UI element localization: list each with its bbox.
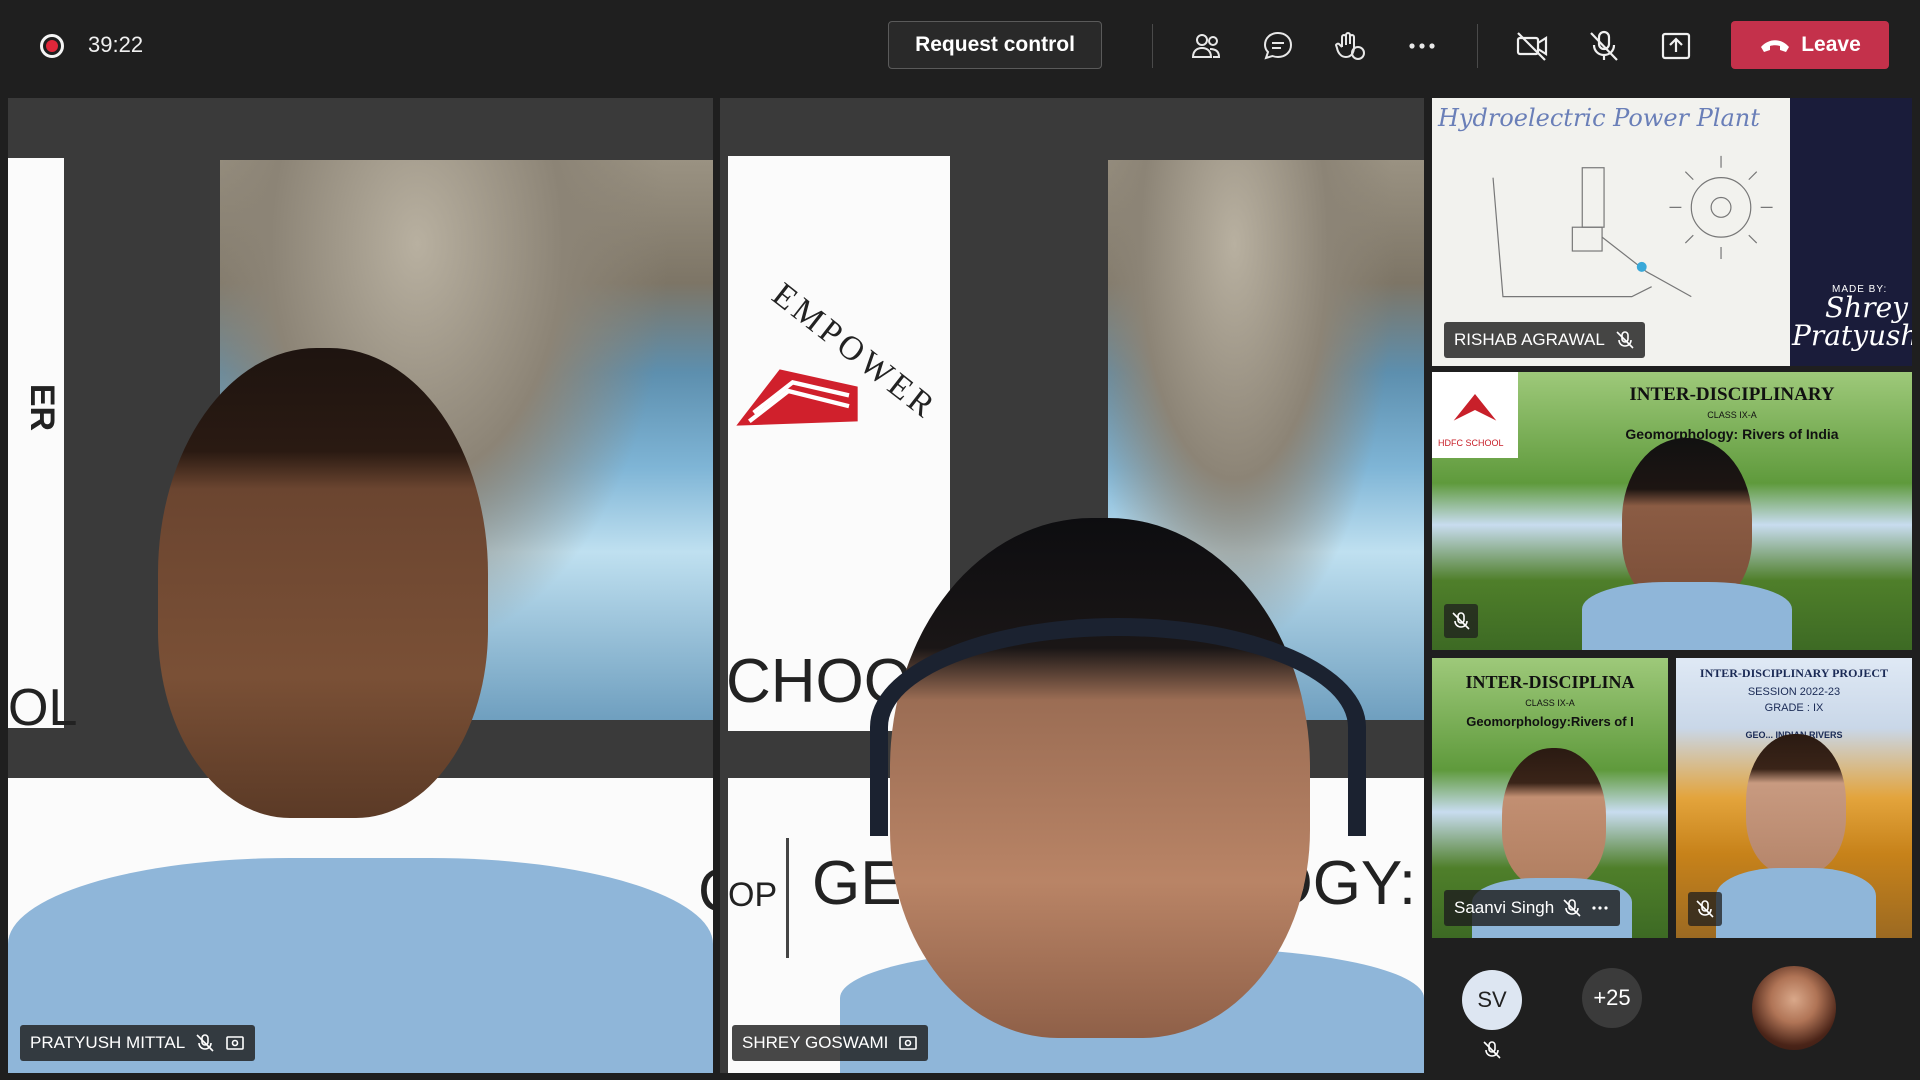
participant-video-pratyush [158,348,488,818]
meeting-toolbar: 39:22 Request control Leave [0,0,1920,92]
participant-name: SHREY GOSWAMI [742,1033,889,1052]
slide-fragment-text: OL [8,679,78,737]
mic-toggle-button[interactable] [1582,24,1626,68]
slide-fragment-text: ER [23,383,62,432]
more-options-button[interactable] [1400,24,1444,68]
video-tile-rishab[interactable]: Hydroelectric Power Plant MADE BY: Shrey… [1432,98,1912,366]
chat-button[interactable] [1256,24,1300,68]
participant-video [1746,734,1846,874]
participant-avatar-photo[interactable] [1752,966,1836,1050]
participant-video [1502,748,1606,888]
school-logo: HDFC SCHOOL [1432,372,1518,458]
nameplate: SHREY GOSWAMI [732,1025,929,1061]
headphones-icon [870,618,1366,836]
toolbar-divider [1152,24,1153,68]
participant-name: PRATYUSH MITTAL [30,1033,186,1052]
sharing-content-icon [899,1036,918,1050]
mic-off-icon [1616,331,1634,349]
slide-line: Geomorphology:Rivers of I [1466,714,1634,729]
slide-grade: GRADE : IX [1764,702,1824,714]
mic-off-icon [1590,30,1618,61]
slide-title: INTER-DISCIPLINARY PROJECT [1699,666,1889,680]
mic-off-icon [1452,612,1470,630]
poster-signature: Shrey Pratyush [1792,291,1912,352]
video-tile-shrey[interactable]: EMPOWER CHOO OP GEO LOGY: SHREY GOSWAMI [720,98,1424,1073]
participant-avatar-sv[interactable]: SV [1462,970,1522,1030]
toolbar-divider [1477,24,1478,68]
participant-name: Saanvi Singh [1454,898,1555,917]
video-tile-participant[interactable]: INTER-DISCIPLINARY PROJECT SESSION 2022-… [1676,658,1912,938]
poster-title: Hydroelectric Power Plant [1438,104,1760,132]
mic-off-icon [196,1034,214,1052]
slide-line: Geomorphology: Rivers of India [1625,426,1839,442]
school-logo-icon [1453,394,1497,421]
record-icon [40,34,64,58]
raise-hand-reaction-icon [1334,32,1365,60]
nameplate: PRATYUSH MITTAL [20,1025,256,1061]
slide-divider [786,838,789,958]
chat-icon [1263,31,1293,60]
meeting-timer: 39:22 [88,32,144,57]
nameplate: RISHAB AGRAWAL [1444,322,1645,358]
participant-name: RISHAB AGRAWAL [1454,330,1605,349]
person-shirt [1716,868,1876,938]
participants-icon [1191,34,1221,58]
slide-title: INTER-DISCIPLINARY [1629,384,1835,405]
slide-subtitle: CLASS IX-A [1525,698,1575,708]
share-content-button[interactable] [1654,24,1698,68]
mic-status [1444,604,1478,638]
slide-fragment-text: OP [728,876,778,914]
sharing-content-icon [226,1036,245,1050]
leave-label: Leave [1801,33,1861,56]
school-name: HDFC SCHOOL [1438,438,1504,448]
more-icon[interactable] [1590,898,1610,918]
reactions-button[interactable] [1328,24,1372,68]
video-tile-participant[interactable]: HDFC SCHOOL INTER-DISCIPLINARY CLASS IX-… [1432,372,1912,650]
more-icon [1409,43,1435,49]
slide-session: SESSION 2022-23 [1747,686,1841,698]
request-control-button[interactable]: Request control [888,21,1102,69]
slide-white-panel: ER OL [8,158,77,737]
video-tile-saanvi[interactable]: INTER-DISCIPLINA CLASS IX-A Geomorpholog… [1432,658,1668,938]
mic-status [1688,892,1722,926]
camera-off-icon [1516,32,1548,61]
mic-off-icon [1696,900,1714,918]
leave-phone-icon [1761,40,1790,52]
camera-toggle-button[interactable] [1510,24,1554,68]
video-tile-pratyush[interactable]: ER OL C PRATYUSH MITTAL [8,98,713,1073]
share-tray-icon [1661,32,1691,60]
slide-title: INTER-DISCIPLINA [1465,672,1635,692]
mic-off-icon [1483,1041,1501,1059]
more-participants-button[interactable]: +25 [1582,968,1642,1028]
leave-button[interactable]: Leave [1731,21,1889,69]
slide-subtitle: CLASS IX-A [1707,410,1757,420]
participants-button[interactable] [1184,24,1228,68]
slide-fragment-text: C [698,856,713,925]
nameplate: Saanvi Singh [1444,890,1621,926]
person-shirt [1582,582,1792,650]
mic-off-icon [1563,899,1581,917]
